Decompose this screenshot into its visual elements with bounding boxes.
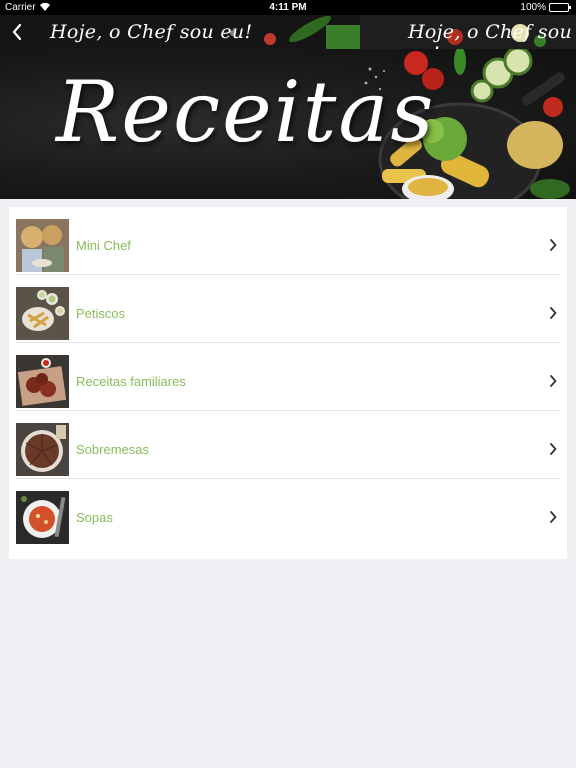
list-item-label: Mini Chef [76,238,131,253]
list-item-label: Sopas [76,510,113,525]
family-recipes-thumbnail [16,355,69,408]
status-time: 4:11 PM [269,2,307,13]
chevron-right-icon [550,239,557,251]
list-item-label: Receitas familiares [76,374,186,389]
hero-title: Receitas [56,63,436,161]
status-bar: Carrier 4:11 PM 100% [0,0,576,15]
list-item-sobremesas[interactable]: Sobremesas [9,411,567,479]
chevron-right-icon [550,511,557,523]
list-item-petiscos[interactable]: Petiscos [9,275,567,343]
chevron-right-icon [550,307,557,319]
desserts-thumbnail [16,423,69,476]
snacks-thumbnail [16,287,69,340]
banner-slogan-left: Hoje, o Chef sou eu! [50,21,253,43]
soup-thumbnail [16,491,69,544]
list-item-receitas-familiares[interactable]: Receitas familiares [9,343,567,411]
recipe-category-list: Mini Chef Petiscos Receitas familiares S… [9,207,567,559]
hero-banner: Receitas [0,49,576,199]
list-item-mini-chef[interactable]: Mini Chef [9,207,567,275]
chevron-left-icon [12,23,22,41]
kids-cooking-thumbnail [16,219,69,272]
chevron-right-icon [550,443,557,455]
battery-percent: 100% [520,2,546,13]
list-item-label: Sobremesas [76,442,149,457]
chevron-right-icon [550,375,557,387]
list-item-label: Petiscos [76,306,126,321]
banner-slogan-right: Hoje, o Chef sou eu! [408,21,573,49]
navigation-bar: Hoje, o Chef sou eu! Hoje, o Chef sou eu… [0,15,576,49]
back-button[interactable] [0,15,34,49]
battery-icon [549,3,571,12]
list-item-sopas[interactable]: Sopas [9,479,567,547]
